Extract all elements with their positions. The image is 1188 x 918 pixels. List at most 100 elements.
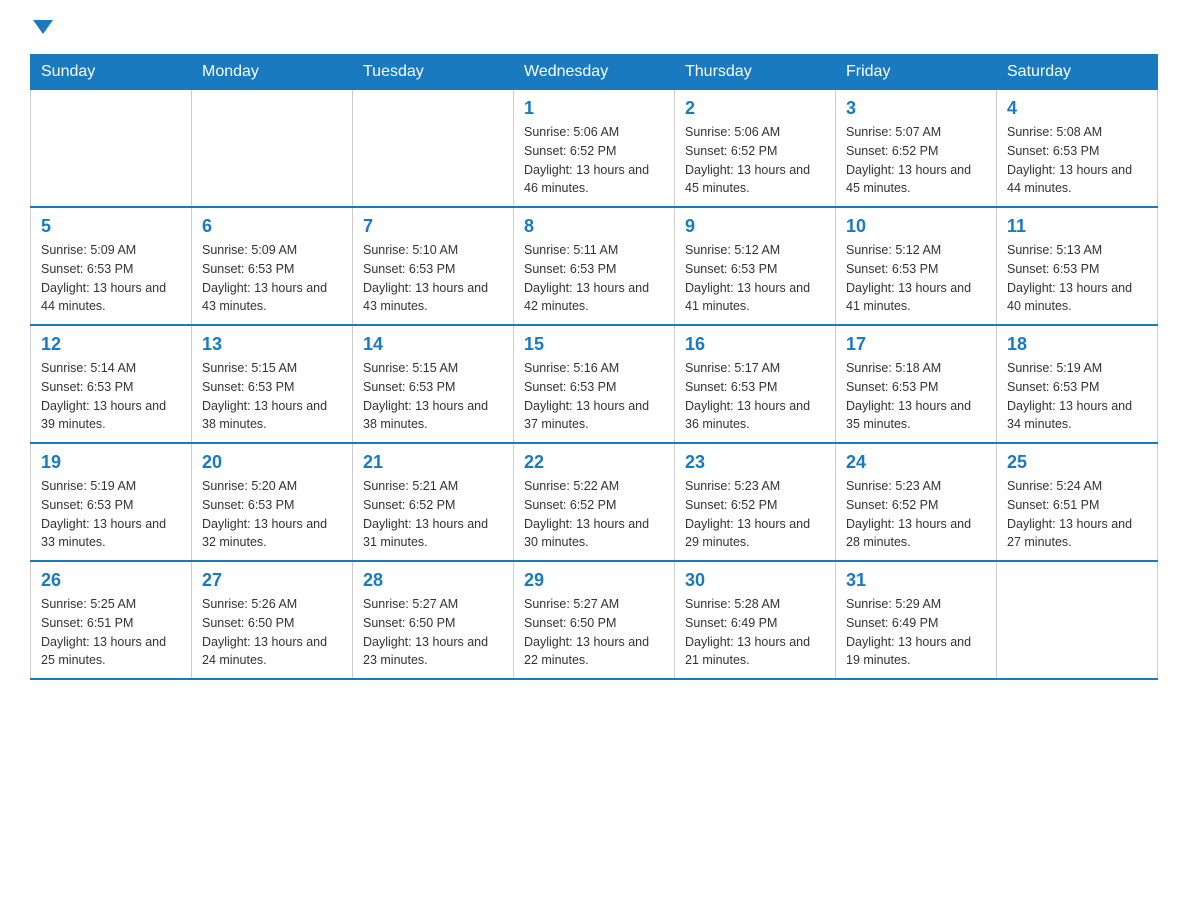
- col-thursday: Thursday: [675, 55, 836, 90]
- calendar-cell: 24 Sunrise: 5:23 AMSunset: 6:52 PMDayligh…: [836, 443, 997, 561]
- day-info: Sunrise: 5:24 AMSunset: 6:51 PMDaylight:…: [1007, 477, 1147, 552]
- day-number: 4: [1007, 98, 1147, 119]
- day-info: Sunrise: 5:15 AMSunset: 6:53 PMDaylight:…: [202, 359, 342, 434]
- day-number: 6: [202, 216, 342, 237]
- calendar-cell: 6 Sunrise: 5:09 AMSunset: 6:53 PMDaylight…: [192, 207, 353, 325]
- calendar-cell: [353, 90, 514, 208]
- day-info: Sunrise: 5:25 AMSunset: 6:51 PMDaylight:…: [41, 595, 181, 670]
- day-info: Sunrise: 5:20 AMSunset: 6:53 PMDaylight:…: [202, 477, 342, 552]
- day-number: 8: [524, 216, 664, 237]
- day-info: Sunrise: 5:26 AMSunset: 6:50 PMDaylight:…: [202, 595, 342, 670]
- col-wednesday: Wednesday: [514, 55, 675, 90]
- col-sunday: Sunday: [31, 55, 192, 90]
- day-number: 10: [846, 216, 986, 237]
- day-number: 21: [363, 452, 503, 473]
- day-info: Sunrise: 5:14 AMSunset: 6:53 PMDaylight:…: [41, 359, 181, 434]
- day-number: 14: [363, 334, 503, 355]
- page-header: [30, 20, 1158, 34]
- day-number: 20: [202, 452, 342, 473]
- day-info: Sunrise: 5:19 AMSunset: 6:53 PMDaylight:…: [1007, 359, 1147, 434]
- calendar-cell: 4 Sunrise: 5:08 AMSunset: 6:53 PMDaylight…: [997, 90, 1158, 208]
- day-number: 24: [846, 452, 986, 473]
- day-info: Sunrise: 5:12 AMSunset: 6:53 PMDaylight:…: [846, 241, 986, 316]
- day-number: 7: [363, 216, 503, 237]
- day-info: Sunrise: 5:17 AMSunset: 6:53 PMDaylight:…: [685, 359, 825, 434]
- calendar-cell: 11Sunrise: 5:13 AMSunset: 6:53 PMDayligh…: [997, 207, 1158, 325]
- day-info: Sunrise: 5:23 AMSunset: 6:52 PMDaylight:…: [846, 477, 986, 552]
- day-number: 1: [524, 98, 664, 119]
- day-number: 11: [1007, 216, 1147, 237]
- day-info: Sunrise: 5:21 AMSunset: 6:52 PMDaylight:…: [363, 477, 503, 552]
- calendar-cell: 18 Sunrise: 5:19 AMSunset: 6:53 PMDayligh…: [997, 325, 1158, 443]
- calendar-cell: 26 Sunrise: 5:25 AMSunset: 6:51 PMDayligh…: [31, 561, 192, 679]
- day-number: 12: [41, 334, 181, 355]
- day-info: Sunrise: 5:16 AMSunset: 6:53 PMDaylight:…: [524, 359, 664, 434]
- day-info: Sunrise: 5:10 AMSunset: 6:53 PMDaylight:…: [363, 241, 503, 316]
- calendar-cell: 21 Sunrise: 5:21 AMSunset: 6:52 PMDayligh…: [353, 443, 514, 561]
- calendar-table: Sunday Monday Tuesday Wednesday Thursday…: [30, 54, 1158, 680]
- col-saturday: Saturday: [997, 55, 1158, 90]
- calendar-cell: 13 Sunrise: 5:15 AMSunset: 6:53 PMDayligh…: [192, 325, 353, 443]
- calendar-cell: 27 Sunrise: 5:26 AMSunset: 6:50 PMDayligh…: [192, 561, 353, 679]
- day-info: Sunrise: 5:06 AMSunset: 6:52 PMDaylight:…: [524, 123, 664, 198]
- calendar-cell: 19Sunrise: 5:19 AMSunset: 6:53 PMDayligh…: [31, 443, 192, 561]
- day-info: Sunrise: 5:27 AMSunset: 6:50 PMDaylight:…: [524, 595, 664, 670]
- day-number: 31: [846, 570, 986, 591]
- calendar-cell: 17 Sunrise: 5:18 AMSunset: 6:53 PMDayligh…: [836, 325, 997, 443]
- calendar-cell: 25 Sunrise: 5:24 AMSunset: 6:51 PMDayligh…: [997, 443, 1158, 561]
- calendar-cell: 22Sunrise: 5:22 AMSunset: 6:52 PMDayligh…: [514, 443, 675, 561]
- day-info: Sunrise: 5:27 AMSunset: 6:50 PMDaylight:…: [363, 595, 503, 670]
- calendar-cell: 9 Sunrise: 5:12 AMSunset: 6:53 PMDaylight…: [675, 207, 836, 325]
- day-number: 5: [41, 216, 181, 237]
- calendar-cell: 8 Sunrise: 5:11 AMSunset: 6:53 PMDaylight…: [514, 207, 675, 325]
- calendar-cell: 15 Sunrise: 5:16 AMSunset: 6:53 PMDayligh…: [514, 325, 675, 443]
- day-number: 3: [846, 98, 986, 119]
- calendar-cell: 20 Sunrise: 5:20 AMSunset: 6:53 PMDayligh…: [192, 443, 353, 561]
- calendar-cell: 31 Sunrise: 5:29 AMSunset: 6:49 PMDayligh…: [836, 561, 997, 679]
- col-monday: Monday: [192, 55, 353, 90]
- calendar-cell: 16 Sunrise: 5:17 AMSunset: 6:53 PMDayligh…: [675, 325, 836, 443]
- day-number: 26: [41, 570, 181, 591]
- calendar-cell: 1 Sunrise: 5:06 AMSunset: 6:52 PMDaylight…: [514, 90, 675, 208]
- day-info: Sunrise: 5:11 AMSunset: 6:53 PMDaylight:…: [524, 241, 664, 316]
- day-number: 25: [1007, 452, 1147, 473]
- day-number: 27: [202, 570, 342, 591]
- calendar-cell: 30Sunrise: 5:28 AMSunset: 6:49 PMDayligh…: [675, 561, 836, 679]
- day-info: Sunrise: 5:23 AMSunset: 6:52 PMDaylight:…: [685, 477, 825, 552]
- day-number: 28: [363, 570, 503, 591]
- day-info: Sunrise: 5:09 AMSunset: 6:53 PMDaylight:…: [41, 241, 181, 316]
- day-number: 9: [685, 216, 825, 237]
- calendar-week-row: 5 Sunrise: 5:09 AMSunset: 6:53 PMDaylight…: [31, 207, 1158, 325]
- calendar-cell: 14 Sunrise: 5:15 AMSunset: 6:53 PMDayligh…: [353, 325, 514, 443]
- day-number: 18: [1007, 334, 1147, 355]
- day-number: 16: [685, 334, 825, 355]
- day-number: 23: [685, 452, 825, 473]
- day-info: Sunrise: 5:28 AMSunset: 6:49 PMDaylight:…: [685, 595, 825, 670]
- logo: [30, 20, 53, 34]
- day-info: Sunrise: 5:08 AMSunset: 6:53 PMDaylight:…: [1007, 123, 1147, 198]
- day-number: 17: [846, 334, 986, 355]
- calendar-cell: 5 Sunrise: 5:09 AMSunset: 6:53 PMDaylight…: [31, 207, 192, 325]
- logo-triangle-icon: [33, 20, 53, 34]
- calendar-week-row: 26 Sunrise: 5:25 AMSunset: 6:51 PMDayligh…: [31, 561, 1158, 679]
- day-number: 29: [524, 570, 664, 591]
- calendar-week-row: 1 Sunrise: 5:06 AMSunset: 6:52 PMDaylight…: [31, 90, 1158, 208]
- day-info: Sunrise: 5:06 AMSunset: 6:52 PMDaylight:…: [685, 123, 825, 198]
- day-number: 15: [524, 334, 664, 355]
- calendar-cell: [997, 561, 1158, 679]
- calendar-week-row: 19Sunrise: 5:19 AMSunset: 6:53 PMDayligh…: [31, 443, 1158, 561]
- day-info: Sunrise: 5:12 AMSunset: 6:53 PMDaylight:…: [685, 241, 825, 316]
- calendar-cell: 29 Sunrise: 5:27 AMSunset: 6:50 PMDayligh…: [514, 561, 675, 679]
- day-info: Sunrise: 5:15 AMSunset: 6:53 PMDaylight:…: [363, 359, 503, 434]
- col-friday: Friday: [836, 55, 997, 90]
- calendar-cell: 28 Sunrise: 5:27 AMSunset: 6:50 PMDayligh…: [353, 561, 514, 679]
- col-tuesday: Tuesday: [353, 55, 514, 90]
- day-info: Sunrise: 5:09 AMSunset: 6:53 PMDaylight:…: [202, 241, 342, 316]
- calendar-cell: [192, 90, 353, 208]
- day-info: Sunrise: 5:18 AMSunset: 6:53 PMDaylight:…: [846, 359, 986, 434]
- day-info: Sunrise: 5:19 AMSunset: 6:53 PMDaylight:…: [41, 477, 181, 552]
- day-number: 13: [202, 334, 342, 355]
- day-info: Sunrise: 5:07 AMSunset: 6:52 PMDaylight:…: [846, 123, 986, 198]
- day-info: Sunrise: 5:29 AMSunset: 6:49 PMDaylight:…: [846, 595, 986, 670]
- calendar-cell: 12 Sunrise: 5:14 AMSunset: 6:53 PMDayligh…: [31, 325, 192, 443]
